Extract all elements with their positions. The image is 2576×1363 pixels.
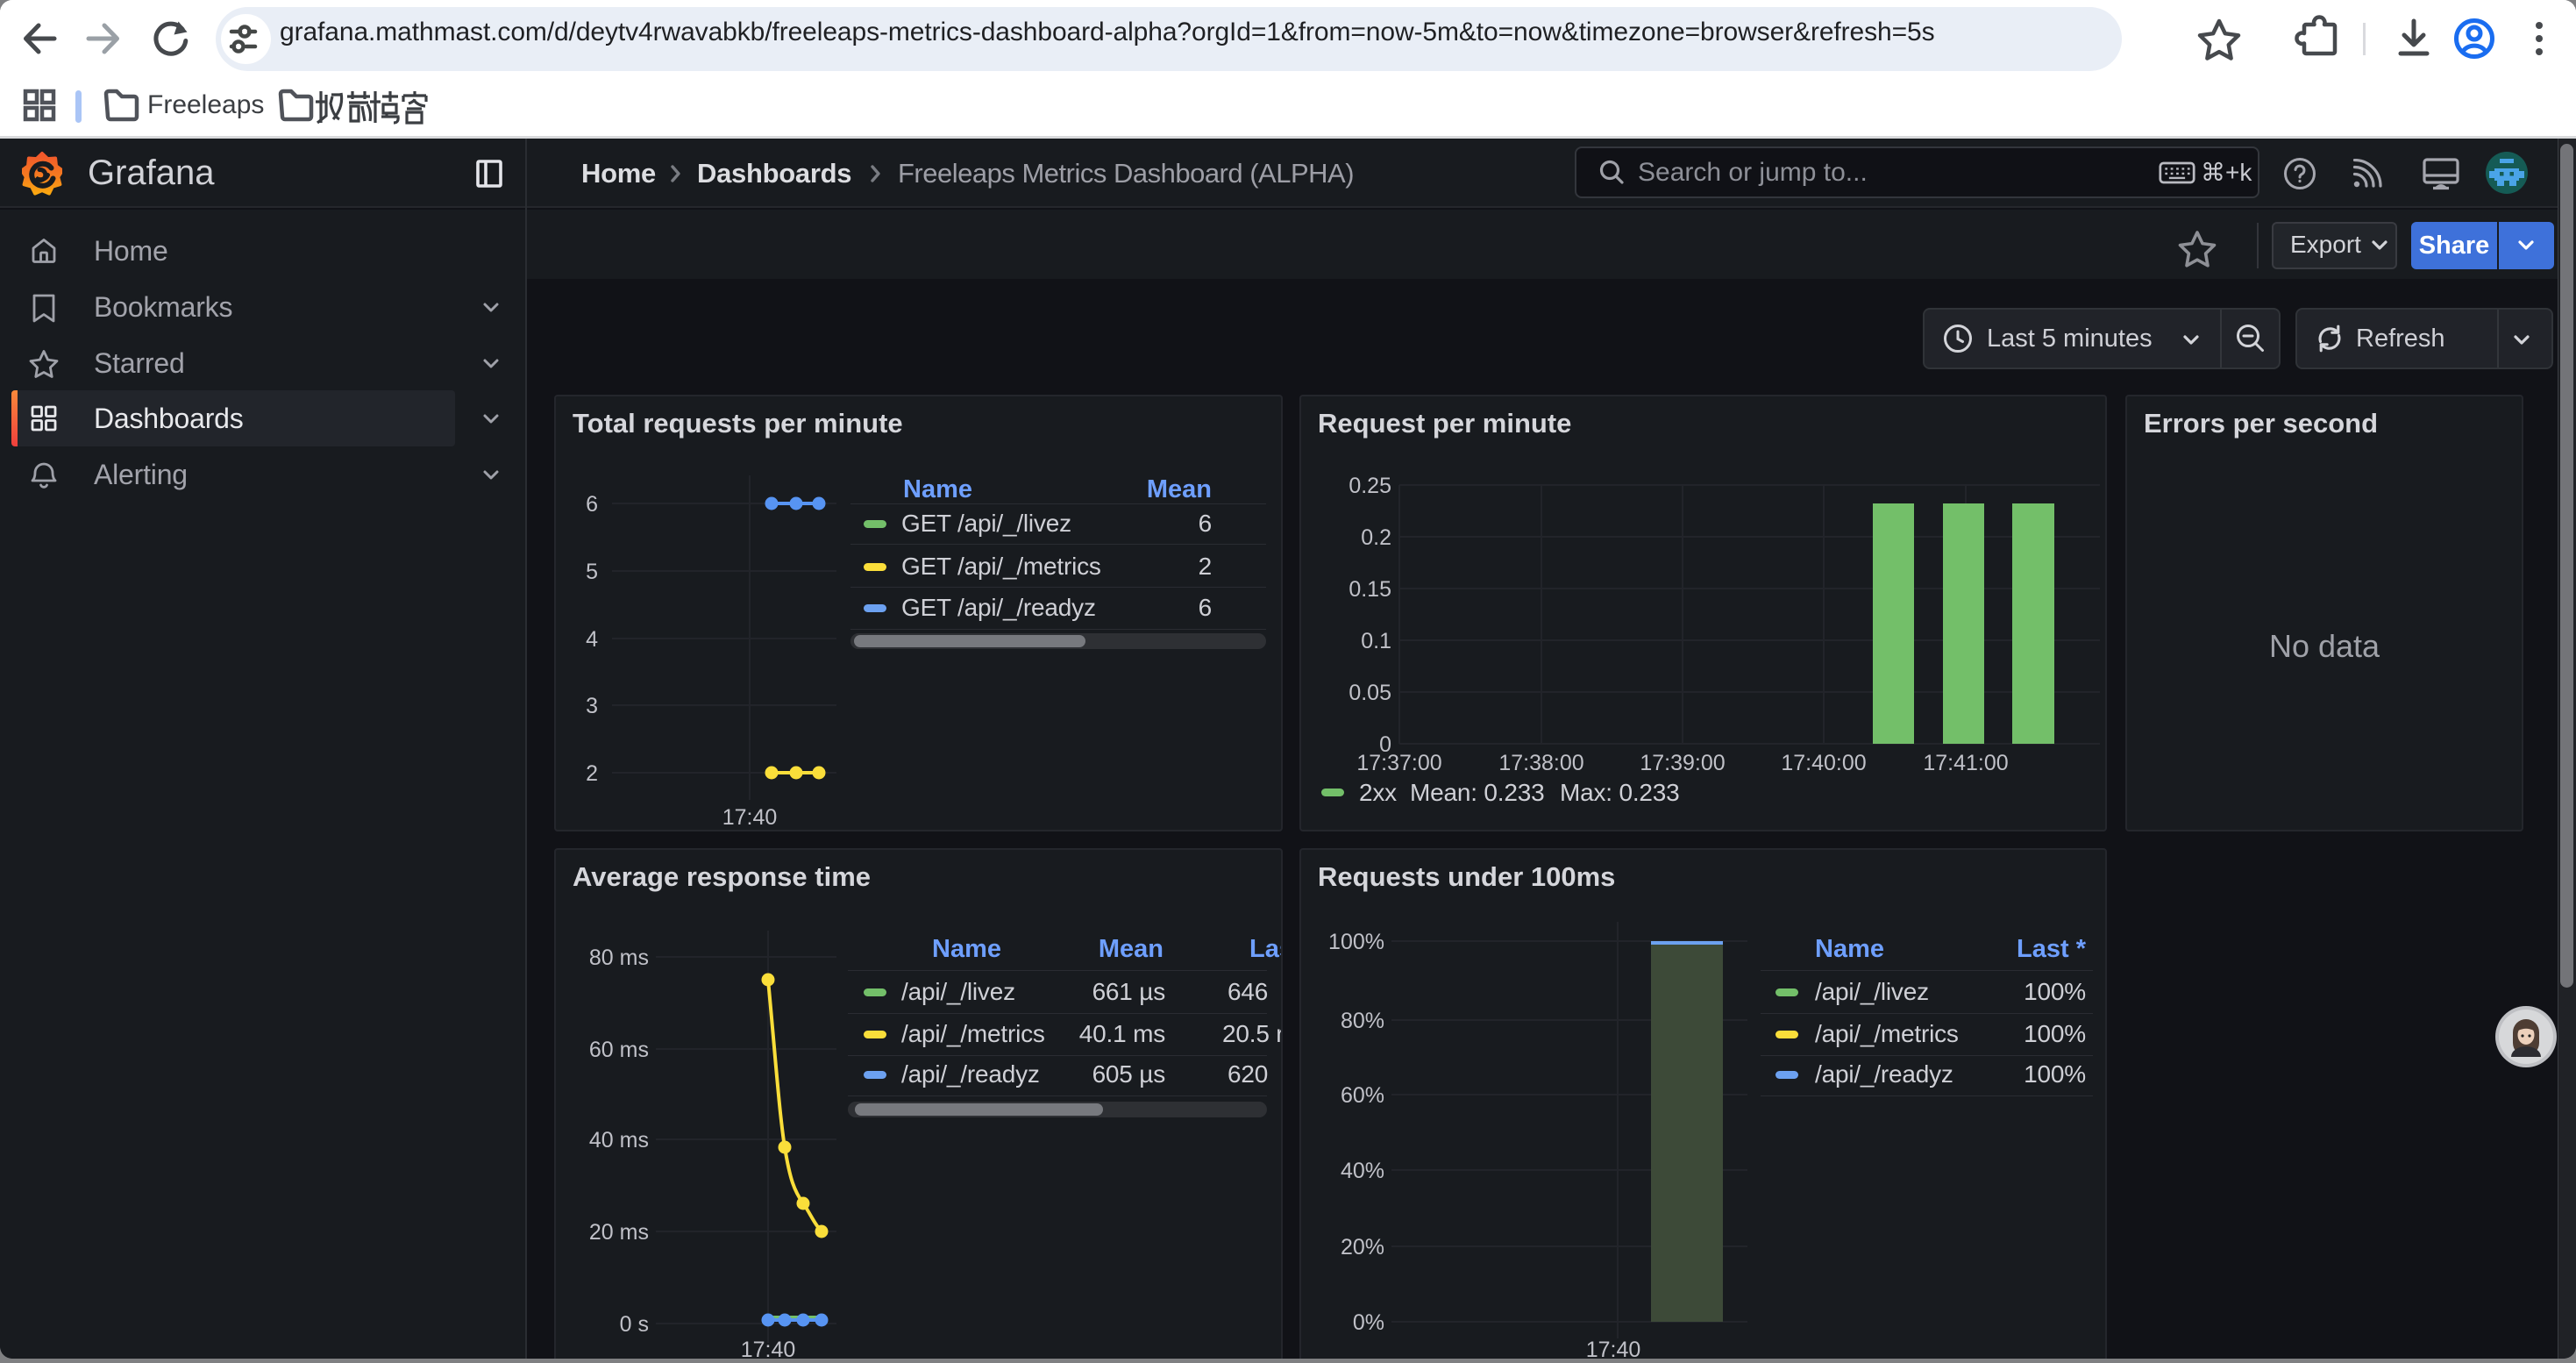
svg-text:0.2: 0.2 [1361,525,1391,550]
svg-text:17:40: 17:40 [722,805,778,830]
svg-text:17:38:00: 17:38:00 [1498,751,1583,775]
svg-text:17:37:00: 17:37:00 [1356,751,1441,775]
svg-text:17:40: 17:40 [741,1338,796,1359]
svg-text:4: 4 [586,627,598,652]
svg-text:0.05: 0.05 [1348,681,1391,705]
svg-text:17:40: 17:40 [1586,1338,1641,1359]
svg-text:5: 5 [586,560,598,584]
svg-text:0%: 0% [1353,1310,1384,1335]
svg-text:40%: 40% [1341,1159,1384,1183]
svg-text:0 s: 0 s [620,1312,649,1337]
svg-text:17:39:00: 17:39:00 [1640,751,1725,775]
svg-text:100%: 100% [1328,930,1384,954]
svg-text:2: 2 [586,761,598,786]
svg-text:80%: 80% [1341,1009,1384,1033]
svg-text:60%: 60% [1341,1083,1384,1108]
svg-text:17:41:00: 17:41:00 [1923,751,2008,775]
svg-text:40 ms: 40 ms [589,1128,649,1152]
svg-text:20 ms: 20 ms [589,1220,649,1245]
svg-text:17:40:00: 17:40:00 [1781,751,1866,775]
svg-text:80 ms: 80 ms [589,946,649,970]
svg-text:6: 6 [586,492,598,517]
svg-text:0.25: 0.25 [1348,474,1391,498]
svg-text:3: 3 [586,694,598,718]
svg-text:0.1: 0.1 [1361,629,1391,653]
svg-text:0.15: 0.15 [1348,577,1391,602]
svg-text:20%: 20% [1341,1235,1384,1260]
svg-text:60 ms: 60 ms [589,1038,649,1062]
